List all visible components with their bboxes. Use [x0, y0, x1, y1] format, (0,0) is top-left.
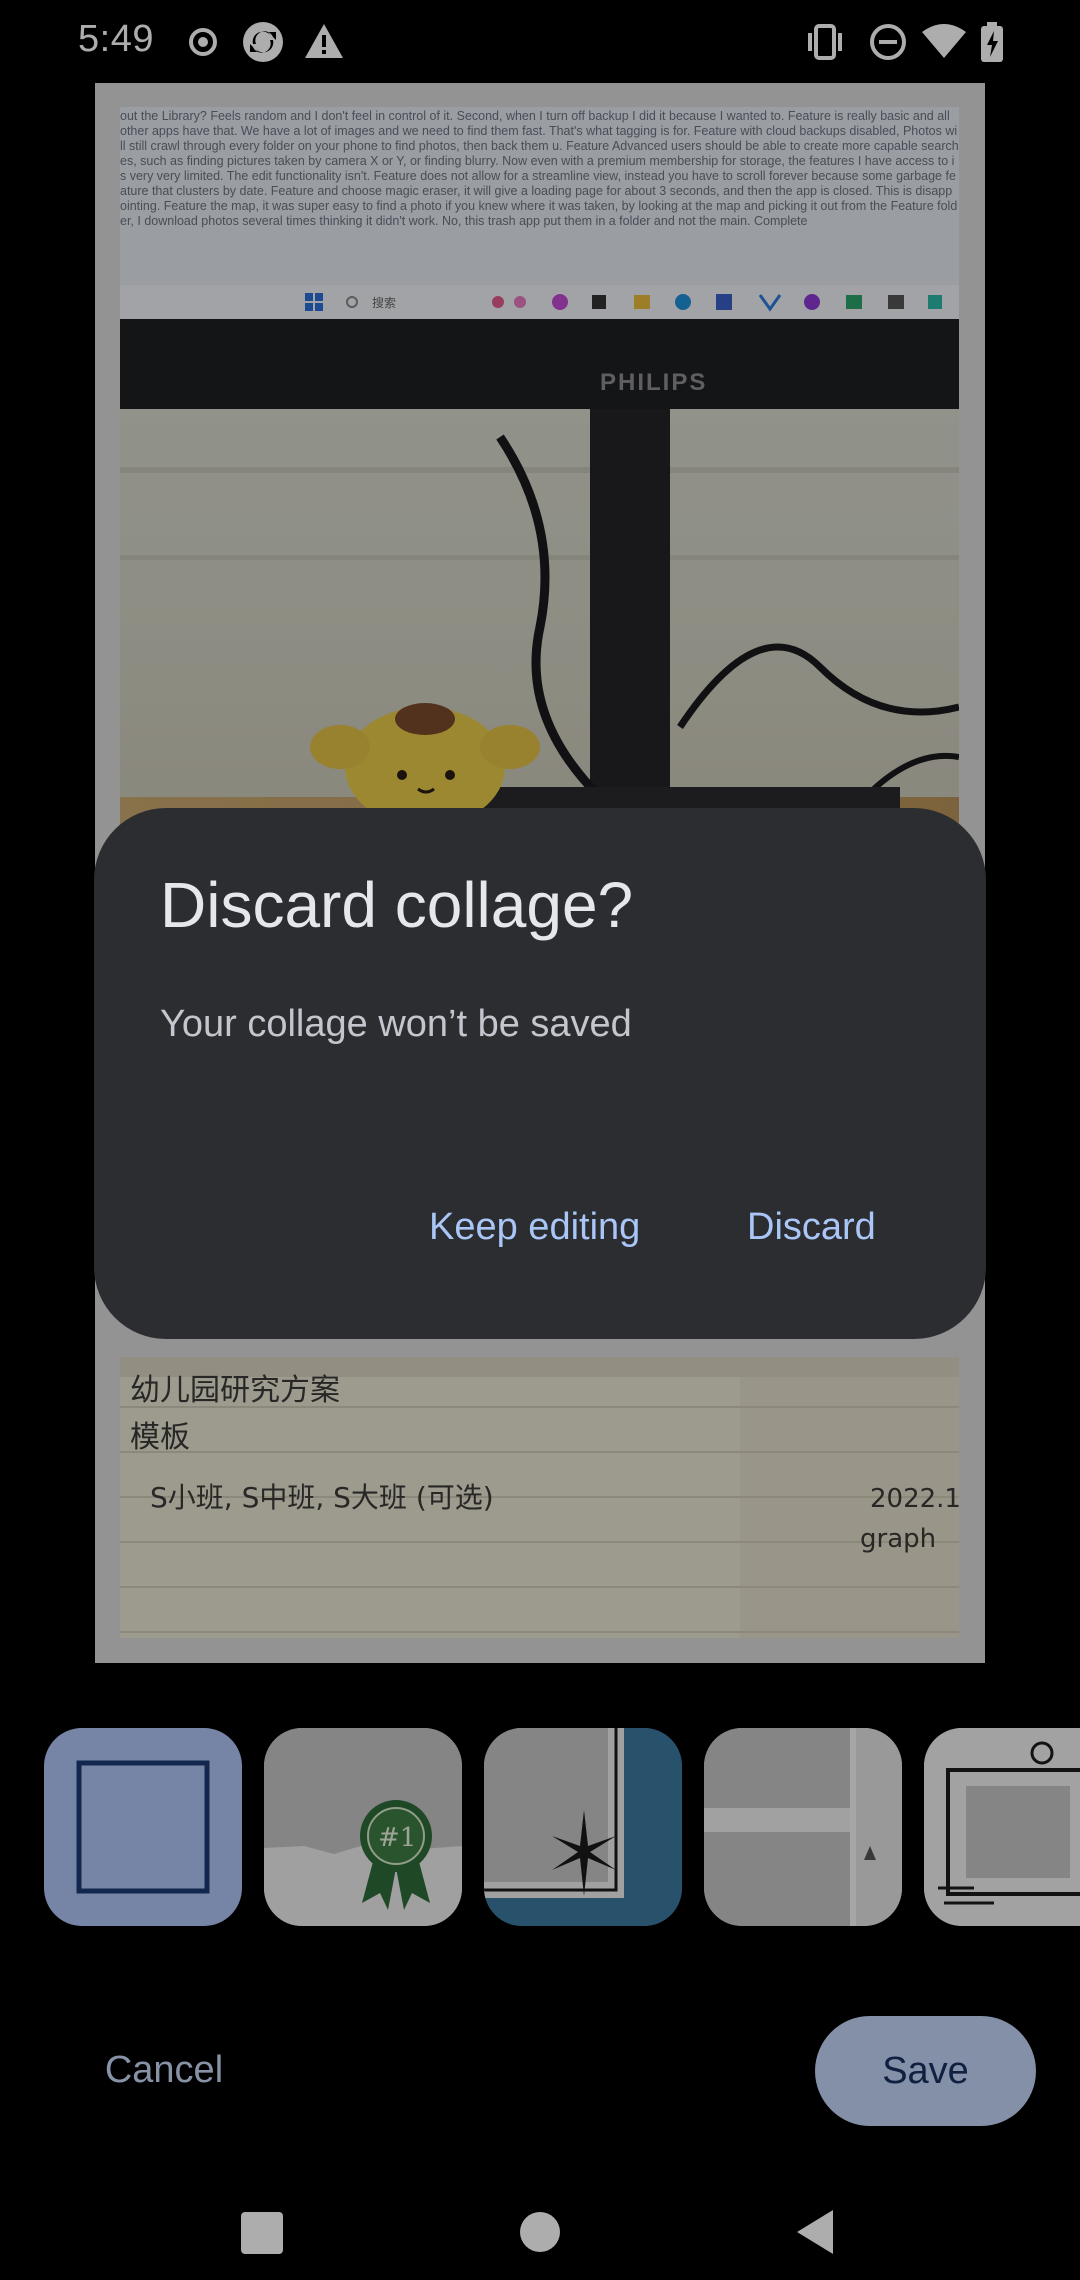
discard-button[interactable]: Discard	[747, 1206, 876, 1249]
dialog-title: Discard collage?	[160, 869, 634, 941]
keep-editing-button[interactable]: Keep editing	[429, 1206, 640, 1249]
discard-dialog: Discard collage? Your collage won’t be s…	[94, 808, 986, 1339]
dialog-message: Your collage won’t be saved	[160, 1003, 632, 1045]
